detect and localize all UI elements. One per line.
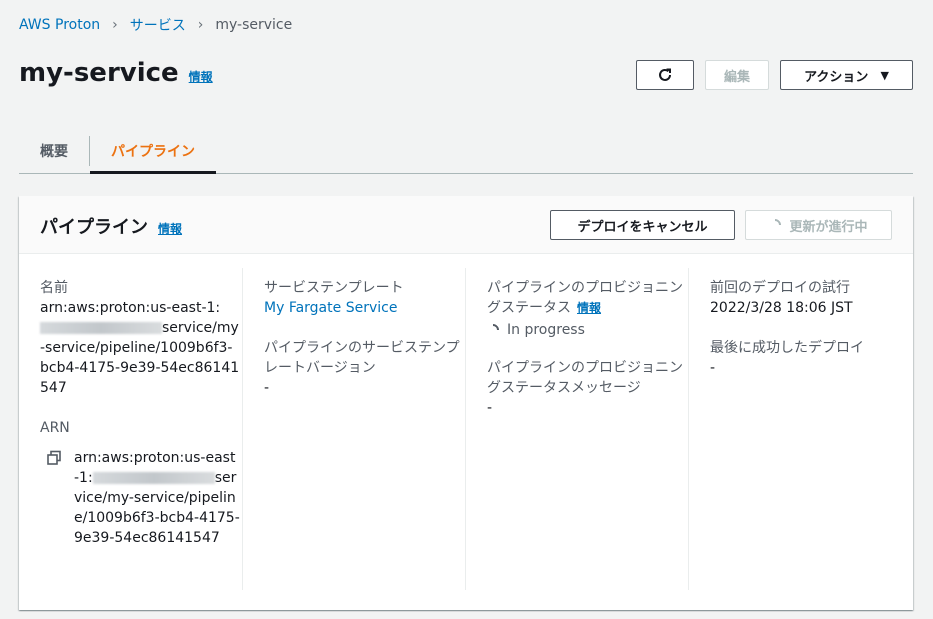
field-service-template: サービステンプレート My Fargate Service bbox=[264, 278, 464, 318]
pipeline-card: パイプライン 情報 デプロイをキャンセル 更新が進行中 名前 arn:aws:p… bbox=[19, 196, 913, 610]
chevron-right-icon: › bbox=[197, 17, 204, 33]
last-deploy-attempt-value: 2022/3/28 18:06 JST bbox=[710, 300, 853, 316]
service-template-label: サービステンプレート bbox=[264, 280, 404, 296]
provisioning-message-label: パイプラインのプロビジョニングステータスメッセージ bbox=[487, 360, 683, 396]
card-header: パイプライン 情報 デプロイをキャンセル 更新が進行中 bbox=[19, 196, 913, 254]
header-actions: 編集 アクション ▼ bbox=[635, 60, 913, 90]
card-title-text: パイプライン bbox=[40, 217, 148, 238]
column-divider bbox=[465, 268, 466, 590]
card-title: パイプライン 情報 bbox=[40, 213, 182, 239]
page-title-text: my-service bbox=[19, 58, 179, 88]
redacted-account-id bbox=[92, 472, 215, 484]
column-name-arn: 名前 arn:aws:proton:us-east-1:service/my-s… bbox=[40, 254, 240, 590]
card-actions: デプロイをキャンセル 更新が進行中 bbox=[550, 210, 892, 240]
page-info-link[interactable]: 情報 bbox=[189, 68, 213, 85]
provisioning-message-value: - bbox=[487, 400, 493, 416]
provisioning-status-info-link[interactable]: 情報 bbox=[577, 301, 601, 315]
field-pipeline-template-version: パイプラインのサービステンプレートバージョン - bbox=[264, 338, 464, 398]
column-divider bbox=[242, 268, 243, 590]
refresh-icon bbox=[659, 68, 671, 81]
breadcrumb-services[interactable]: サービス bbox=[130, 15, 186, 35]
arn-copy-row: arn:aws:proton:us-east-1: service/my-serv… bbox=[40, 448, 240, 548]
redacted-account-id bbox=[40, 322, 162, 334]
name-value: arn:aws:proton:us-east-1:service/my-serv… bbox=[40, 298, 240, 398]
name-label: 名前 bbox=[40, 280, 68, 296]
column-deployment: 前回のデプロイの試行 2022/3/28 18:06 JST 最後に成功したデプ… bbox=[710, 254, 900, 590]
refresh-button[interactable] bbox=[635, 60, 694, 90]
actions-label: アクション bbox=[804, 69, 869, 85]
copy-icon[interactable] bbox=[46, 450, 62, 466]
last-success-deploy-value: - bbox=[710, 360, 716, 376]
breadcrumb-current: my-service bbox=[215, 17, 293, 33]
field-provisioning-status: パイプラインのプロビジョニングステータス 情報 In progress bbox=[484, 278, 687, 339]
provisioning-status-label: パイプラインのプロビジョニングステータス 情報 bbox=[487, 278, 687, 318]
arn-value: arn:aws:proton:us-east-1: service/my-serv… bbox=[74, 448, 240, 548]
pipeline-template-version-value: - bbox=[264, 380, 270, 396]
cancel-deployment-button[interactable]: デプロイをキャンセル bbox=[550, 210, 735, 240]
service-template-link[interactable]: My Fargate Service bbox=[264, 300, 397, 316]
tab-pipeline[interactable]: パイプライン bbox=[90, 128, 216, 174]
chevron-right-icon: › bbox=[112, 17, 118, 33]
arn-label: ARN bbox=[40, 420, 70, 436]
update-in-progress-button[interactable]: 更新が進行中 bbox=[745, 210, 892, 240]
column-divider bbox=[688, 268, 689, 590]
caret-down-icon: ▼ bbox=[880, 68, 889, 82]
column-template: サービステンプレート My Fargate Service パイプラインのサービ… bbox=[264, 254, 464, 590]
provisioning-status-value: In progress bbox=[484, 321, 687, 339]
tab-overview[interactable]: 概要 bbox=[19, 128, 89, 173]
update-in-progress-label: 更新が進行中 bbox=[789, 219, 868, 235]
tab-bar: 概要 パイプライン bbox=[19, 128, 913, 174]
field-arn: ARN arn:aws:proton:us-east-1: service/my-… bbox=[40, 418, 240, 548]
field-last-success-deploy: 最後に成功したデプロイ - bbox=[710, 338, 900, 378]
breadcrumb-aws-proton[interactable]: AWS Proton bbox=[19, 17, 100, 33]
last-deploy-attempt-label: 前回のデプロイの試行 bbox=[710, 280, 850, 296]
breadcrumb: AWS Proton › サービス › my-service bbox=[19, 15, 292, 35]
field-provisioning-message: パイプラインのプロビジョニングステータスメッセージ - bbox=[487, 358, 687, 418]
spinner-icon bbox=[766, 216, 784, 234]
page-title: my-service 情報 bbox=[19, 58, 213, 88]
field-last-deploy-attempt: 前回のデプロイの試行 2022/3/28 18:06 JST bbox=[710, 278, 900, 318]
actions-dropdown-button[interactable]: アクション ▼ bbox=[780, 60, 913, 90]
spinner-icon bbox=[484, 321, 502, 339]
edit-button[interactable]: 編集 bbox=[704, 60, 769, 90]
column-provisioning: パイプラインのプロビジョニングステータス 情報 In progress パイプライ… bbox=[484, 254, 687, 590]
card-info-link[interactable]: 情報 bbox=[158, 220, 182, 237]
field-name: 名前 arn:aws:proton:us-east-1:service/my-s… bbox=[40, 278, 240, 398]
provisioning-status-text: In progress bbox=[507, 322, 585, 338]
name-value-prefix: arn:aws:proton:us-east-1: bbox=[40, 300, 221, 316]
pipeline-template-version-label: パイプラインのサービステンプレートバージョン bbox=[264, 340, 460, 376]
last-success-deploy-label: 最後に成功したデプロイ bbox=[710, 340, 864, 356]
detail-columns: 名前 arn:aws:proton:us-east-1:service/my-s… bbox=[19, 254, 913, 610]
